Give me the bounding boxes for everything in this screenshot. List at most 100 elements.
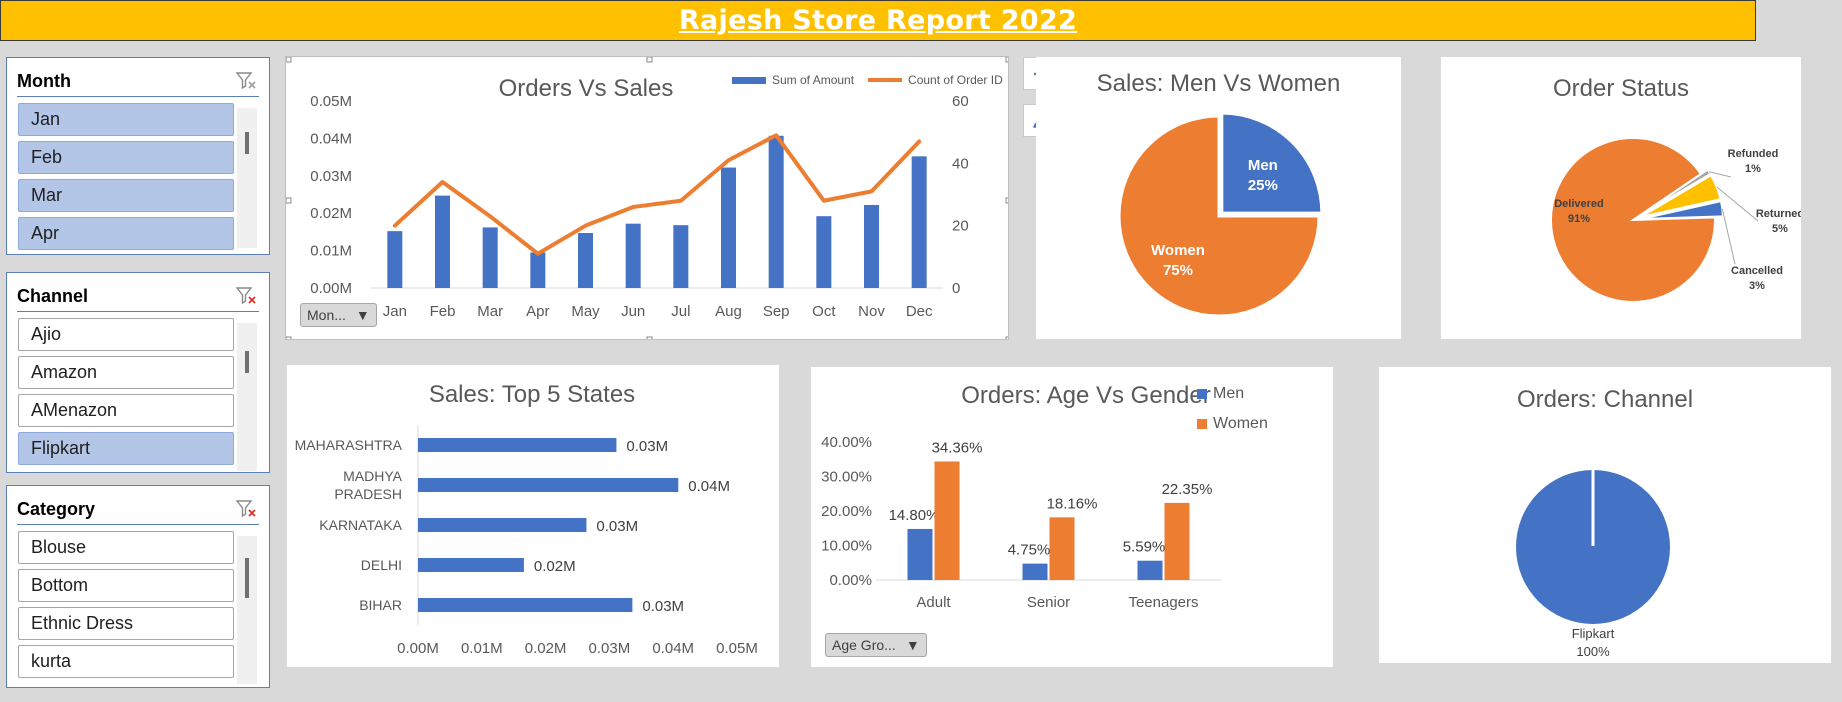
- leader-line: [1721, 208, 1736, 265]
- x-tick-label: Teenagers: [1128, 594, 1198, 611]
- y-tick-label: 0.03M: [310, 168, 352, 185]
- y-tick-label: 0.05M: [310, 93, 352, 110]
- slicer-item[interactable]: AMenazon: [18, 394, 234, 427]
- y-tick-label: PRADESH: [334, 486, 402, 502]
- slice-percent: 75%: [1163, 262, 1193, 279]
- data-label: 18.16%: [1047, 495, 1098, 512]
- sales-bar: [625, 223, 641, 288]
- slice-percent: 1%: [1745, 163, 1761, 175]
- scroll-thumb[interactable]: [245, 558, 249, 598]
- category-slicer: Category Blouse Bottom Ethnic Dress kurta: [6, 485, 270, 688]
- x-tick-label: 0.04M: [652, 640, 694, 657]
- slicer-item[interactable]: Apr: [18, 217, 234, 250]
- slicer-item-list: Ajio Amazon AMenazon Flipkart: [18, 318, 234, 470]
- x-tick-label: Feb: [430, 303, 456, 320]
- data-label: 14.80%: [889, 507, 940, 524]
- sales-bar: [530, 252, 546, 288]
- y-tick-label: 30.00%: [821, 469, 872, 486]
- month-field-button[interactable]: Mon... ▼: [300, 303, 377, 327]
- slicer-item[interactable]: Mar: [18, 179, 234, 212]
- slicer-item[interactable]: Ajio: [18, 318, 234, 351]
- scroll-thumb[interactable]: [245, 351, 249, 373]
- sales-bar: [816, 216, 832, 288]
- resize-handle: [286, 336, 292, 339]
- sales-bar: [721, 167, 736, 288]
- slice-label: Flipkart: [1572, 626, 1615, 641]
- data-label: 34.36%: [932, 439, 983, 456]
- age-vs-gender-chart[interactable]: Orders: Age Vs Gender Men Women 0.00% 10.…: [811, 367, 1333, 667]
- resize-handle: [1005, 197, 1008, 204]
- y2-tick-label: 40: [952, 155, 969, 172]
- top-5-states-chart[interactable]: Sales: Top 5 States 0.00M 0.01M 0.02M 0.03M…: [287, 365, 779, 667]
- orders-channel-chart[interactable]: Orders: Channel Flipkart 100%: [1379, 367, 1831, 663]
- slice-label: Delivered: [1554, 198, 1604, 210]
- resize-handle: [286, 197, 292, 204]
- resize-handle: [646, 336, 653, 339]
- age-gender-bar: [934, 461, 960, 580]
- clear-filter-icon[interactable]: [233, 69, 259, 93]
- x-tick-label: Dec: [906, 303, 933, 320]
- slicer-item-list: Jan Feb Mar Apr: [18, 103, 234, 255]
- clear-filter-icon[interactable]: [233, 497, 259, 521]
- x-tick-label: Jan: [383, 303, 407, 320]
- data-label: 0.03M: [596, 518, 638, 535]
- x-tick-label: 0.01M: [461, 640, 503, 657]
- resize-handle: [1005, 336, 1008, 339]
- slice-label: Returned: [1756, 208, 1801, 220]
- orders-channel-pie: Flipkart 100%: [1516, 470, 1670, 659]
- x-tick-label: Aug: [715, 303, 742, 320]
- scroll-thumb[interactable]: [245, 132, 249, 154]
- state-bar: [418, 518, 587, 532]
- y-tick-label: MAHARASHTRA: [295, 437, 403, 453]
- slicer-item[interactable]: Amazon: [18, 356, 234, 389]
- age-gender-bar: [1049, 517, 1075, 580]
- slicer-header: Channel: [17, 281, 259, 312]
- x-tick-label: Jul: [671, 303, 690, 320]
- y-tick-label: 0.02M: [310, 205, 352, 222]
- resize-handle: [286, 57, 292, 63]
- order-status-chart[interactable]: Order Status Delivered 91% Refunded 1% Retur…: [1441, 57, 1801, 339]
- gender-pie: Men 25% Women 75%: [1117, 111, 1324, 318]
- age-vs-gender-plot: 0.00% 10.00% 20.00% 30.00% 40.00% 14.80% 34.36…: [821, 434, 1221, 611]
- channel-slicer: Channel Ajio Amazon AMenazon Flipkart: [6, 272, 270, 473]
- slicer-item[interactable]: Flipkart: [18, 432, 234, 465]
- month-slicer: Month Jan Feb Mar Apr: [6, 57, 270, 255]
- dropdown-arrow-icon: ▼: [355, 307, 370, 323]
- state-bar: [418, 478, 679, 492]
- y-tick-label: 0.01M: [310, 243, 352, 260]
- slicer-item[interactable]: Blouse: [18, 531, 234, 564]
- x-tick-label: Sep: [763, 303, 790, 320]
- age-group-field-button[interactable]: Age Gro... ▼: [825, 633, 927, 657]
- data-label: 0.03M: [642, 598, 684, 615]
- clear-filter-icon[interactable]: [233, 284, 259, 308]
- slicer-item-list: Blouse Bottom Ethnic Dress kurta: [18, 531, 234, 683]
- report-title: Rajesh Store Report 2022: [678, 5, 1078, 36]
- slicer-item[interactable]: Feb: [18, 141, 234, 174]
- field-button-label: Mon...: [307, 307, 346, 323]
- x-tick-label: 0.02M: [525, 640, 567, 657]
- data-label: 0.03M: [626, 438, 668, 455]
- slicer-item[interactable]: Jan: [18, 103, 234, 136]
- slicer-item[interactable]: kurta: [18, 645, 234, 678]
- slicer-item[interactable]: Bottom: [18, 569, 234, 602]
- slicer-item[interactable]: Ethnic Dress: [18, 607, 234, 640]
- field-button-label: Age Gro...: [832, 637, 896, 653]
- y-tick-label: 20.00%: [821, 503, 872, 520]
- slicer-title: Category: [17, 498, 96, 519]
- sales-bar: [673, 225, 689, 288]
- y-tick-label: 0.04M: [310, 130, 352, 147]
- slicer-header: Month: [17, 66, 259, 97]
- slicer-scrollbar[interactable]: [237, 536, 257, 684]
- sales-bar: [387, 231, 403, 288]
- orders-vs-sales-chart[interactable]: Orders Vs Sales Sum of Amount Count of O…: [285, 56, 1009, 340]
- top-5-states-plot: 0.00M 0.01M 0.02M 0.03M 0.04M 0.05M 0.03M MAHAR…: [295, 425, 758, 657]
- slicer-scrollbar[interactable]: [237, 108, 257, 248]
- state-bar: [418, 558, 524, 572]
- sales-bar: [435, 195, 450, 288]
- slice-label: Cancelled: [1731, 265, 1783, 277]
- x-tick-label: Nov: [858, 303, 885, 320]
- slicer-scrollbar[interactable]: [237, 323, 257, 471]
- data-label: 0.04M: [688, 478, 730, 495]
- sales-men-vs-women-chart[interactable]: Sales: Men Vs Women Men 25% Women 75%: [1036, 57, 1401, 339]
- order-status-pie: Delivered 91% Refunded 1% Returned 5% Cancelle…: [1550, 137, 1801, 303]
